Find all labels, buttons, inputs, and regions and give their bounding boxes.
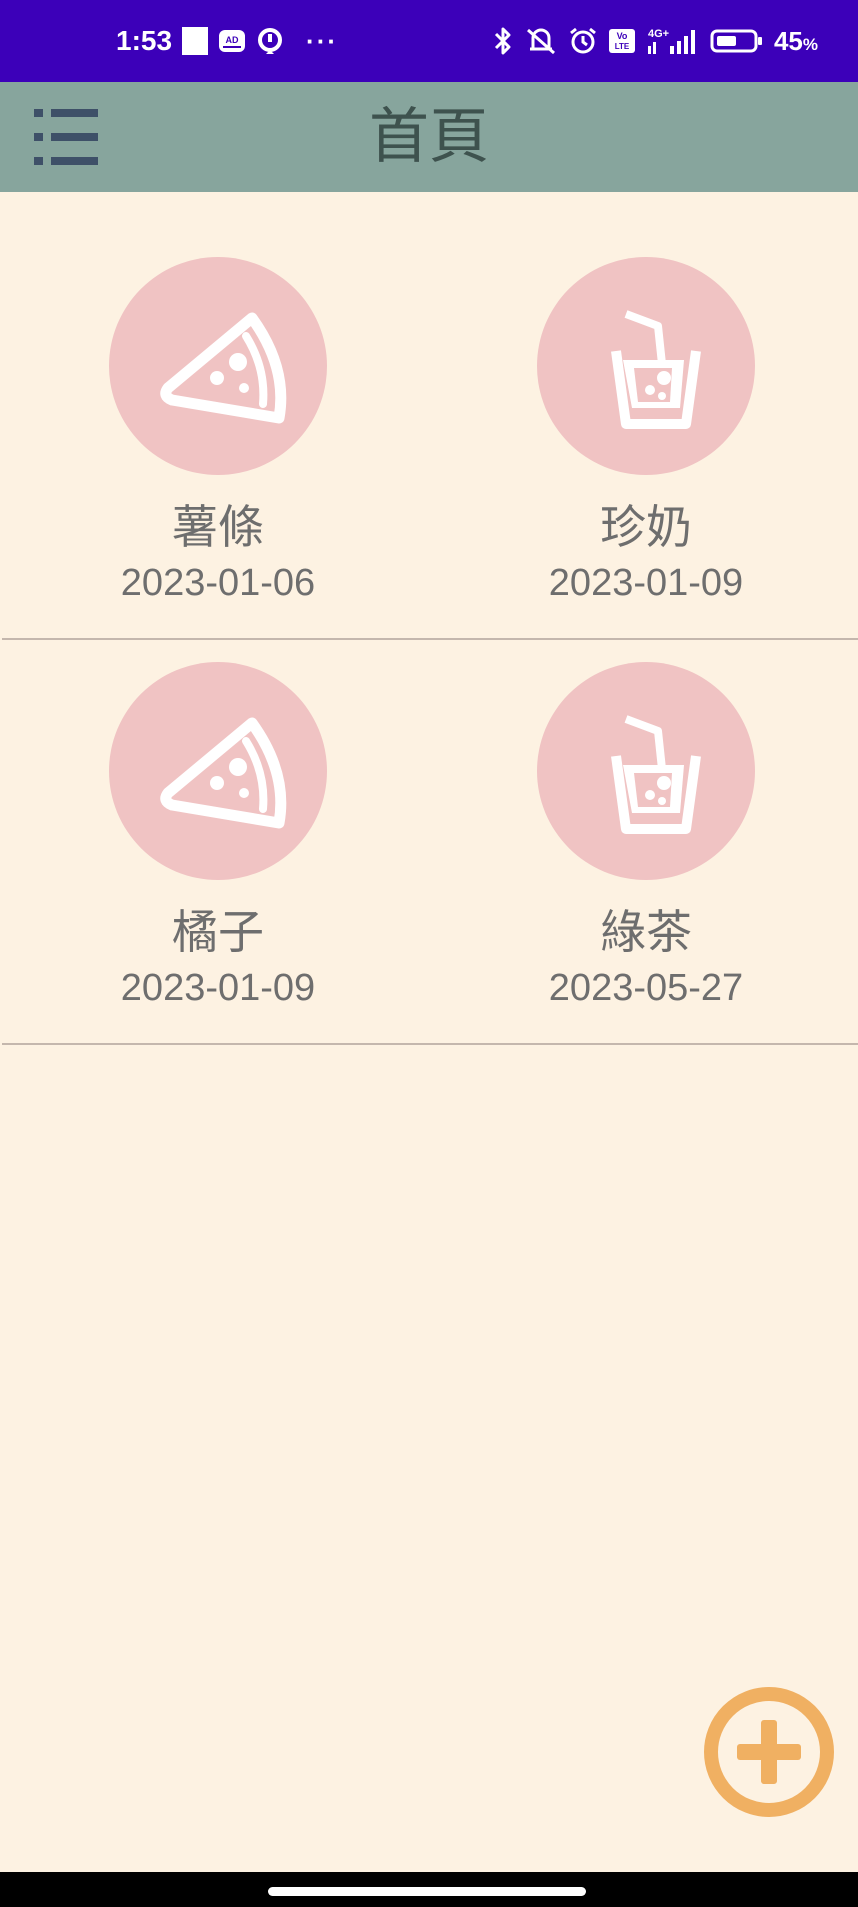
- bluetooth-icon: [492, 26, 514, 56]
- item-icon-circle: [537, 257, 755, 475]
- battery-value: 45: [773, 25, 803, 56]
- signal-4g-icon: 4G+: [646, 26, 700, 56]
- status-bar: 1:53 AD ··· Vo LTE 4G+ 45%: [0, 0, 858, 82]
- item-name: 綠茶: [600, 905, 692, 959]
- drink-cup-icon: [611, 715, 701, 834]
- page-title: 首頁: [369, 102, 489, 172]
- more-dots-icon: ···: [306, 25, 339, 56]
- item-date: 2023-01-09: [548, 562, 744, 604]
- item-date: 2023-01-06: [120, 562, 316, 604]
- menu-button[interactable]: [30, 104, 102, 170]
- app-bar: 首頁: [0, 82, 858, 192]
- drink-cup-icon: [611, 310, 701, 429]
- location-icon: [256, 27, 284, 55]
- item-date: 2023-01-09: [120, 967, 316, 1009]
- battery-percentage: 45%: [774, 26, 818, 57]
- home-indicator[interactable]: [268, 1887, 586, 1896]
- list-menu-icon: [34, 109, 98, 165]
- status-right: Vo LTE 4G+ 45%: [492, 0, 818, 82]
- item-tile[interactable]: 綠茶 2023-05-27: [496, 640, 796, 1043]
- item-icon-circle: [109, 662, 327, 880]
- ad-blocker-icon: AD: [218, 28, 246, 54]
- item-name: 珍奶: [600, 500, 692, 554]
- battery-unit: %: [802, 34, 818, 54]
- add-button[interactable]: [704, 1687, 834, 1817]
- vibrate-off-icon: [524, 26, 558, 56]
- svg-text:4G+: 4G+: [648, 28, 669, 40]
- item-tile[interactable]: 薯條 2023-01-06: [68, 192, 368, 638]
- status-left: 1:53 AD ···: [116, 0, 338, 82]
- white-square-icon: [182, 27, 209, 55]
- grid-row: 橘子 2023-01-09 綠茶 2023-05-27: [2, 640, 858, 1045]
- add-circle-icon: [737, 1720, 801, 1784]
- svg-text:LTE: LTE: [615, 42, 630, 51]
- item-name: 薯條: [172, 500, 264, 554]
- item-date: 2023-05-27: [548, 967, 744, 1009]
- item-name: 橘子: [172, 905, 264, 959]
- item-tile[interactable]: 橘子 2023-01-09: [68, 640, 368, 1043]
- svg-text:AD: AD: [226, 35, 239, 45]
- battery-icon: [710, 27, 764, 55]
- item-icon-circle: [109, 257, 327, 475]
- grid-row: 薯條 2023-01-06 珍奶 2023-01-09: [2, 192, 858, 640]
- pizza-slice-icon: [160, 717, 287, 829]
- alarm-icon: [568, 26, 598, 56]
- pizza-slice-icon: [160, 312, 287, 424]
- volte-icon: Vo LTE: [608, 28, 636, 54]
- svg-text:Vo: Vo: [617, 31, 628, 41]
- status-time: 1:53: [116, 25, 173, 56]
- item-icon-circle: [537, 662, 755, 880]
- item-grid: 薯條 2023-01-06 珍奶 2023-01-09 橘子 2023-01-0…: [0, 192, 858, 1045]
- item-tile[interactable]: 珍奶 2023-01-09: [496, 192, 796, 638]
